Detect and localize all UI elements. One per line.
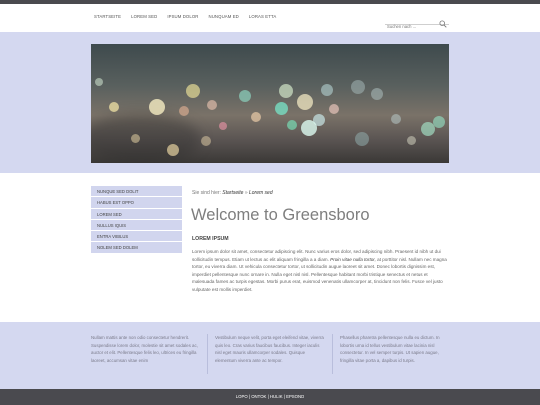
sidebar-item-lorem-sed[interactable]: LOREM SED [91, 208, 182, 220]
breadcrumb-separator: » [244, 190, 248, 196]
sidebar-item-nolem-sed-dolem[interactable]: NOLEM SED DOLEM [91, 242, 182, 254]
search-box [385, 15, 449, 31]
breadcrumb: Sie sind hier: Startseite » Lorem sed [192, 190, 273, 196]
sidebar-menu: NUNQUE SED DOLIT HABUS EST OPPO LOREM SE… [91, 186, 182, 254]
body-text-emphasis: Proin vitae nulla tortor, [330, 256, 376, 262]
footer-column-3: Phasellus pharetra pellentesque nulla eu… [340, 335, 440, 363]
sidebar-item-nunque-sed-dolit[interactable]: NUNQUE SED DOLIT [91, 186, 182, 198]
breadcrumb-prefix: Sie sind hier: [192, 190, 221, 196]
breadcrumb-current: Lorem sed [248, 190, 273, 196]
section-heading: LOREM IPSUM [192, 236, 229, 242]
nav-item-ipsum-dolor[interactable]: IPSUM DOLOR [167, 14, 198, 19]
bokeh-city-lights-image [91, 44, 449, 163]
nav-item-startseite[interactable]: STARTSEITE [94, 14, 121, 19]
sidebar-item-entra-vibilus[interactable]: ENTRA VIBILUS [91, 231, 182, 243]
nav-item-nunquam-ed[interactable]: NUNQUAM ED [209, 14, 239, 19]
search-icon[interactable] [439, 15, 447, 33]
footer-divider [207, 334, 208, 374]
bottom-bar: LOPO | ONTOK | HULIK | EPSOND [0, 389, 540, 405]
footer-column-2: Vestibulum neque velit, porta eget eleif… [215, 335, 324, 363]
breadcrumb-home-link[interactable]: Startseite [222, 190, 243, 196]
main-nav: STARTSEITE LOREM SED IPSUM DOLOR NUNQUAM… [94, 14, 286, 19]
body-paragraph: Lorem ipsum dolor sit amet, consectetur … [192, 248, 448, 294]
search-input[interactable] [385, 22, 437, 31]
footer-column-1: Nullam mattis ante non odio consectetur … [91, 335, 198, 363]
bottom-links[interactable]: LOPO | ONTOK | HULIK | EPSOND [0, 394, 540, 399]
footer-divider [332, 334, 333, 374]
site-header: STARTSEITE LOREM SED IPSUM DOLOR NUNQUAM… [0, 4, 540, 32]
page-title: Welcome to Greensboro [191, 206, 370, 224]
nav-item-loras-etta[interactable]: LORAS ETTA [249, 14, 276, 19]
nav-item-lorem-sed[interactable]: LOREM SED [131, 14, 157, 19]
sidebar-item-habus-est-oppo[interactable]: HABUS EST OPPO [91, 197, 182, 209]
sidebar-item-nullus-iquis[interactable]: NULLUS IQUIS [91, 219, 182, 232]
